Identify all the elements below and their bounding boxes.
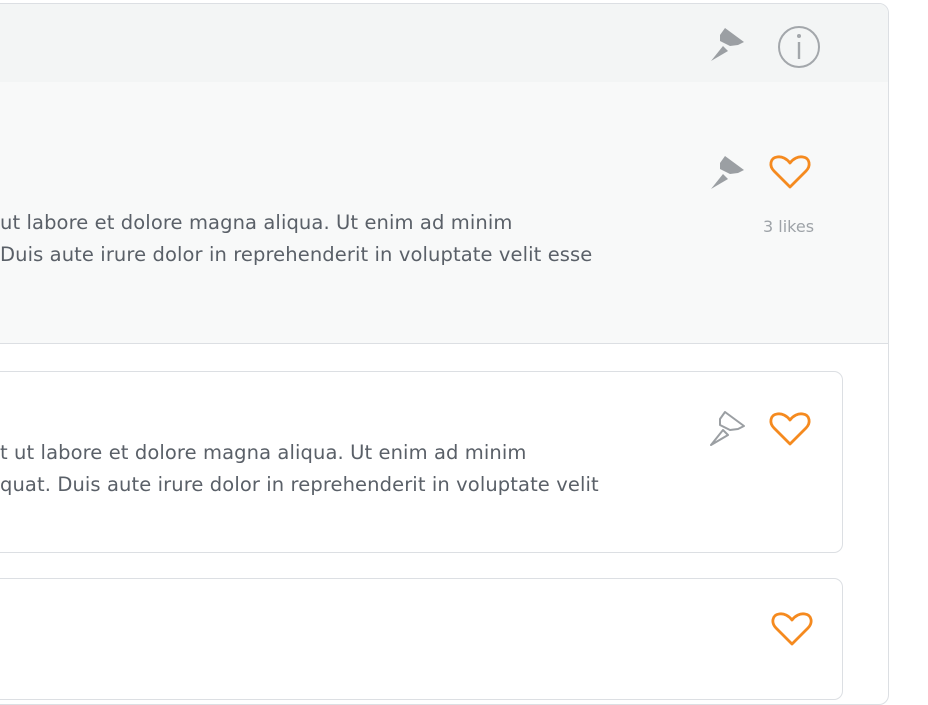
pin-outline-icon[interactable]	[706, 410, 746, 446]
heart-outline-icon[interactable]	[770, 610, 814, 648]
heart-outline-icon[interactable]	[768, 410, 812, 448]
pin-filled-icon[interactable]	[706, 154, 746, 190]
comment-card	[0, 578, 843, 700]
panel-header	[0, 4, 888, 82]
comment-text-line: quat. Duis aute irure dolor in reprehend…	[0, 473, 599, 496]
likes-count: 3 likes	[763, 217, 815, 236]
comment-text-line: t ut labore et dolore magna aliqua. Ut e…	[0, 441, 527, 464]
comment-text-line: ut labore et dolore magna aliqua. Ut eni…	[0, 211, 513, 234]
pin-filled-icon[interactable]	[706, 26, 746, 62]
info-circle-icon[interactable]	[777, 25, 821, 69]
comment-text-line: Duis aute irure dolor in reprehenderit i…	[0, 243, 593, 266]
heart-outline-icon[interactable]	[768, 153, 812, 191]
